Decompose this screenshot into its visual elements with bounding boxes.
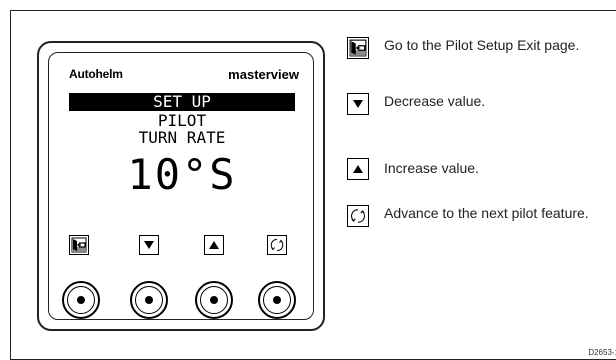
legend-text-advance: Advance to the next pilot feature.: [384, 205, 589, 221]
key-label-advance: [267, 235, 287, 255]
legend-text-exit: Go to the Pilot Setup Exit page.: [384, 37, 580, 53]
legend-icon-decrease: [347, 93, 369, 115]
button-increase[interactable]: [195, 281, 233, 319]
legend-text-decrease: Decrease value.: [384, 93, 486, 109]
up-triangle-icon: [353, 165, 363, 173]
down-triangle-icon: [353, 100, 363, 108]
legend-icon-increase: [347, 158, 369, 180]
legend-text-increase: Increase value.: [384, 160, 479, 176]
lcd-line-setup: SET UP: [153, 92, 211, 111]
key-label-increase: [204, 235, 224, 255]
lcd-value: 10°S: [127, 150, 237, 199]
lcd-line-turn-rate: TURN RATE: [138, 128, 226, 147]
exit-page-icon: [71, 237, 87, 253]
key-label-exit: [69, 235, 89, 255]
diagram-frame: Autohelm masterview SET UP PILOT TURN RA…: [10, 10, 616, 360]
brand-label-masterview: masterview: [228, 67, 299, 82]
up-triangle-icon: [209, 241, 219, 249]
pilot-display-unit: Autohelm masterview SET UP PILOT TURN RA…: [37, 41, 325, 331]
legend-icon-exit: [347, 37, 369, 59]
cycle-arrows-icon: [351, 209, 365, 223]
cycle-arrows-icon: [270, 238, 284, 252]
key-label-decrease: [139, 235, 159, 255]
button-advance[interactable]: [258, 281, 296, 319]
exit-page-icon: [349, 39, 367, 57]
button-decrease[interactable]: [130, 281, 168, 319]
down-triangle-icon: [144, 241, 154, 249]
legend-icon-advance: [347, 205, 369, 227]
brand-logo-autohelm: Autohelm: [69, 67, 123, 81]
figure-reference: D2653-1: [588, 348, 616, 357]
button-exit[interactable]: [62, 281, 100, 319]
